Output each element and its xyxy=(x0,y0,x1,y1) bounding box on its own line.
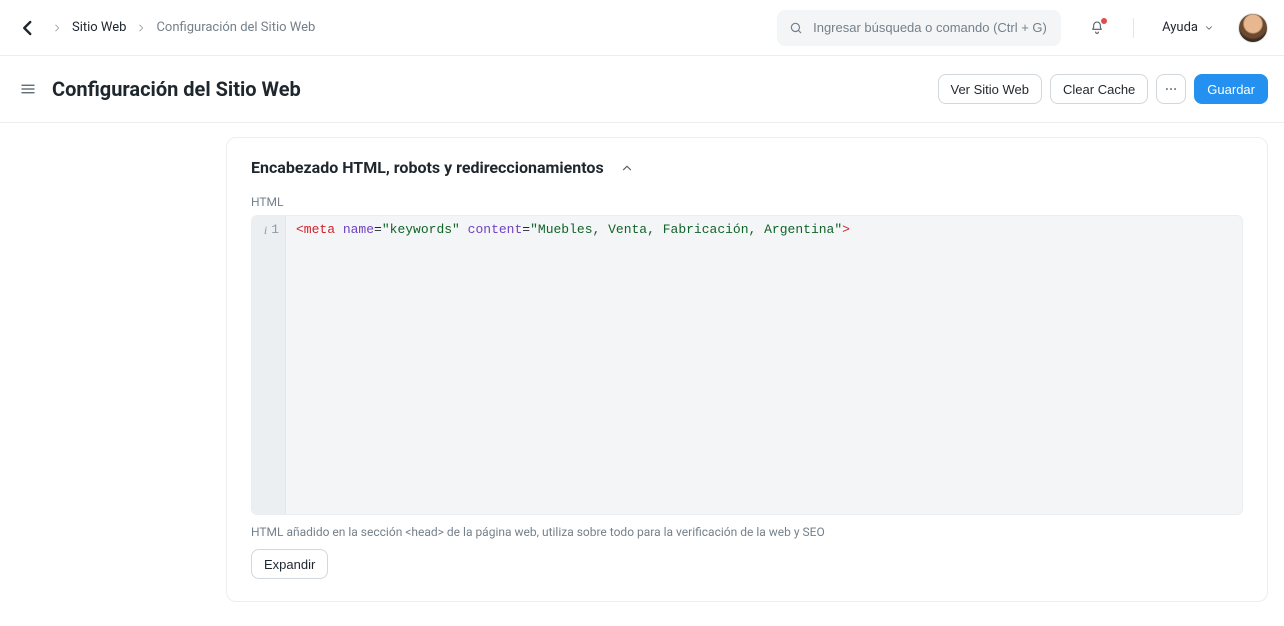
expand-button[interactable]: Expandir xyxy=(251,549,328,579)
view-site-button[interactable]: Ver Sitio Web xyxy=(938,74,1043,104)
search-icon xyxy=(789,21,803,35)
sidebar-toggle[interactable] xyxy=(16,77,40,101)
more-actions-button[interactable] xyxy=(1156,74,1186,104)
tok-attr-val2: "Muebles, Venta, Fabricación, Argentina" xyxy=(530,222,842,237)
chevron-right-icon xyxy=(136,23,146,33)
code-content[interactable]: <meta name="keywords" content="Muebles, … xyxy=(286,216,1242,514)
app-logo[interactable] xyxy=(16,16,40,40)
menu-icon xyxy=(19,80,37,98)
code-gutter: i 1 xyxy=(252,216,286,514)
tok-attr-name2: content xyxy=(460,222,522,237)
section-card: Encabezado HTML, robots y redireccionami… xyxy=(226,137,1268,602)
collapse-section-button[interactable] xyxy=(618,159,636,177)
tok-eq1: = xyxy=(374,222,382,237)
page-title: Configuración del Sitio Web xyxy=(52,77,926,101)
notifications-button[interactable] xyxy=(1083,14,1111,42)
chevron-up-icon xyxy=(620,161,634,175)
tok-tag-close: > xyxy=(842,222,850,237)
html-field-label: HTML xyxy=(251,195,1243,209)
html-code-editor[interactable]: i 1 <meta name="keywords" content="Muebl… xyxy=(251,215,1243,515)
separator xyxy=(1133,18,1134,38)
clear-cache-button[interactable]: Clear Cache xyxy=(1050,74,1148,104)
tok-attr-name1: name xyxy=(335,222,374,237)
save-button[interactable]: Guardar xyxy=(1194,74,1268,104)
chevron-down-icon xyxy=(1204,23,1214,33)
chevron-right-icon xyxy=(52,23,62,33)
html-help-text: HTML añadido en la sección <head> de la … xyxy=(251,525,1243,539)
ellipsis-icon xyxy=(1164,82,1178,96)
content-area: Encabezado HTML, robots y redireccionami… xyxy=(0,123,1284,626)
code-line-1: <meta name="keywords" content="Muebles, … xyxy=(296,220,1232,240)
help-label: Ayuda xyxy=(1162,20,1198,35)
section-title: Encabezado HTML, robots y redireccionami… xyxy=(251,158,604,177)
user-avatar[interactable] xyxy=(1238,13,1268,43)
top-navbar: Sitio Web Configuración del Sitio Web Ay… xyxy=(0,0,1284,56)
breadcrumb-website[interactable]: Sitio Web xyxy=(72,20,126,35)
page-header: Configuración del Sitio Web Ver Sitio We… xyxy=(0,56,1284,123)
help-menu[interactable]: Ayuda xyxy=(1156,16,1220,39)
notification-dot xyxy=(1101,18,1107,24)
gutter-info-icon: i xyxy=(264,220,267,240)
global-search[interactable] xyxy=(777,10,1061,46)
tok-tag-open: <meta xyxy=(296,222,335,237)
search-input[interactable] xyxy=(813,20,1049,35)
line-number: 1 xyxy=(271,220,279,240)
tok-eq2: = xyxy=(522,222,530,237)
section-header: Encabezado HTML, robots y redireccionami… xyxy=(251,158,1243,177)
header-actions: Ver Sitio Web Clear Cache Guardar xyxy=(938,74,1269,104)
breadcrumb-current: Configuración del Sitio Web xyxy=(156,20,315,35)
tok-attr-val1: "keywords" xyxy=(382,222,460,237)
breadcrumbs: Sitio Web Configuración del Sitio Web xyxy=(52,20,315,35)
